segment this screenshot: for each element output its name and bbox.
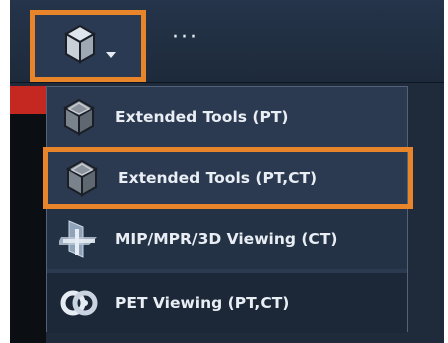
more-options-button[interactable]: ··· [172, 27, 199, 49]
cube-icon [60, 22, 100, 70]
viewport-area [10, 114, 46, 343]
menu-item-label: PET Viewing (PT,CT) [115, 294, 290, 312]
menu-item-pet-viewing[interactable]: PET Viewing (PT,CT) [47, 273, 407, 333]
workflow-tool-button[interactable] [30, 10, 146, 82]
mpr-planes-icon [55, 219, 103, 259]
menu-item-label: MIP/MPR/3D Viewing (CT) [115, 230, 338, 248]
workflow-dropdown-menu: Extended Tools (PT) Extended Tools (PT,C… [43, 86, 413, 333]
menu-item-label: Extended Tools (PT,CT) [118, 169, 318, 187]
menu-item-extended-tools-pt-ct[interactable]: Extended Tools (PT,CT) [43, 147, 413, 209]
pet-rings-icon [55, 283, 103, 323]
menu-item-label: Extended Tools (PT) [115, 108, 289, 126]
caret-down-icon [106, 52, 116, 58]
cube-icon [58, 158, 106, 198]
menu-item-extended-tools-pt[interactable]: Extended Tools (PT) [47, 87, 407, 147]
viewport-edge [10, 86, 46, 114]
menu-item-mip-mpr-3d-viewing[interactable]: MIP/MPR/3D Viewing (CT) [47, 209, 407, 269]
cube-icon [55, 97, 103, 137]
